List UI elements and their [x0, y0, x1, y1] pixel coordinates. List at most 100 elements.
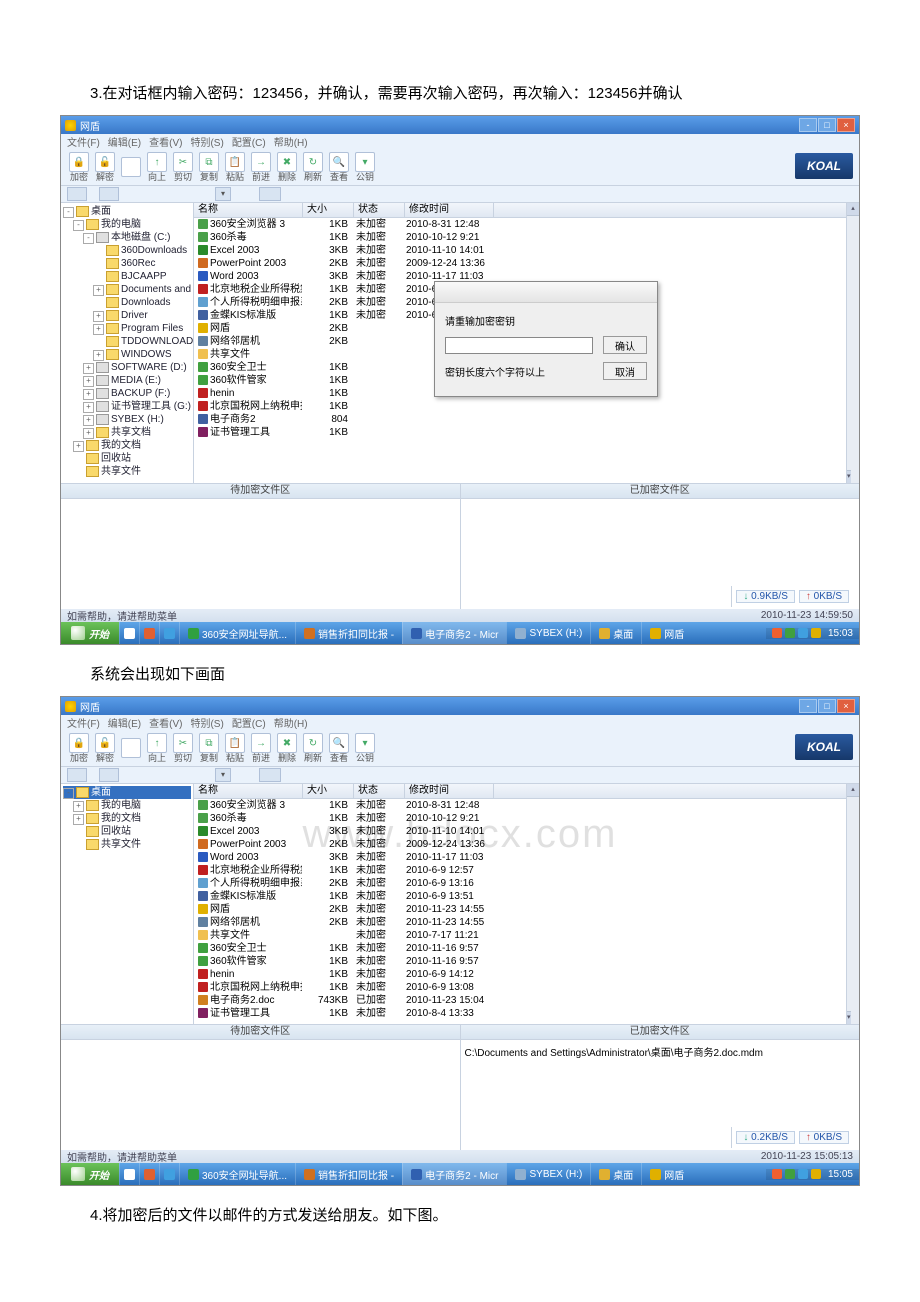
file-row[interactable]: 360安全卫士 1KB 未加密 2010-11-16 9:57: [194, 942, 859, 955]
toolbar-button[interactable]: ▾公钥: [353, 152, 377, 182]
maximize-button[interactable]: □: [818, 699, 836, 713]
tree-node[interactable]: Downloads: [63, 296, 191, 309]
tray-icon[interactable]: [798, 628, 808, 638]
toolbar-button[interactable]: 🔒加密: [67, 152, 91, 182]
tree-node[interactable]: 回收站: [63, 825, 191, 838]
menu-item[interactable]: 文件(F): [67, 134, 100, 149]
file-row[interactable]: 电子商务2.doc 743KB 已加密 2010-11-23 15:04: [194, 994, 859, 1007]
taskbar-item[interactable]: [159, 1163, 179, 1185]
col-size[interactable]: 大小: [303, 203, 354, 217]
tree-node[interactable]: +证书管理工具 (G:): [63, 400, 191, 413]
menu-item[interactable]: 编辑(E): [108, 715, 141, 730]
toolbar-button[interactable]: 🔍查看: [327, 152, 351, 182]
minimize-button[interactable]: -: [799, 699, 817, 713]
file-row[interactable]: 共享文件 未加密 2010-7-17 11:21: [194, 929, 859, 942]
toolbar-button[interactable]: [119, 157, 143, 177]
tree-node[interactable]: +SYBEX (H:): [63, 413, 191, 426]
maximize-button[interactable]: □: [818, 118, 836, 132]
taskbar-item[interactable]: 360安全网址导航...: [179, 1163, 295, 1185]
menu-item[interactable]: 配置(C): [232, 715, 266, 730]
close-button[interactable]: ×: [837, 699, 855, 713]
tray-icon[interactable]: [798, 1169, 808, 1179]
file-row[interactable]: 个人所得税明细申报系统 2KB 未加密 2010-6-9 13:16: [194, 877, 859, 890]
tree-node[interactable]: 360Rec: [63, 257, 191, 270]
tree-node[interactable]: 360Downloads: [63, 244, 191, 257]
ok-button[interactable]: 确认: [603, 336, 647, 354]
toolbar-button[interactable]: ✖删除: [275, 733, 299, 763]
tree-node[interactable]: +共享文档: [63, 426, 191, 439]
toolbar-button[interactable]: →前进: [249, 733, 273, 763]
menu-item[interactable]: 配置(C): [232, 134, 266, 149]
file-row[interactable]: 证书管理工具 1KB 未加密 2010-8-4 13:33: [194, 1007, 859, 1020]
path-button[interactable]: [67, 768, 87, 782]
taskbar-item[interactable]: [139, 622, 159, 644]
toolbar-button[interactable]: ↑向上: [145, 152, 169, 182]
menu-item[interactable]: 帮助(H): [274, 715, 308, 730]
tree-node[interactable]: +我的电脑: [63, 799, 191, 812]
file-row[interactable]: 360安全浏览器 3 1KB 未加密 2010-8-31 12:48: [194, 799, 859, 812]
tree-node[interactable]: +MEDIA (E:): [63, 374, 191, 387]
cancel-button[interactable]: 取消: [603, 362, 647, 380]
file-row[interactable]: 360杀毒 1KB 未加密 2010-10-12 9:21: [194, 231, 859, 244]
menu-item[interactable]: 文件(F): [67, 715, 100, 730]
tree-node[interactable]: 回收站: [63, 452, 191, 465]
tree-node[interactable]: -我的电脑: [63, 218, 191, 231]
file-row[interactable]: 360杀毒 1KB 未加密 2010-10-12 9:21: [194, 812, 859, 825]
tree-node[interactable]: 共享文件: [63, 838, 191, 851]
toolbar-button[interactable]: ▾公钥: [353, 733, 377, 763]
col-name[interactable]: 名称: [194, 784, 303, 798]
start-button[interactable]: 开始: [61, 1163, 119, 1185]
tray-icon[interactable]: [811, 1169, 821, 1179]
taskbar-item[interactable]: 桌面: [590, 1163, 641, 1185]
toolbar-button[interactable]: ✂剪切: [171, 152, 195, 182]
col-status[interactable]: 状态: [354, 784, 405, 798]
toolbar-button[interactable]: [119, 738, 143, 758]
toolbar-button[interactable]: ✂剪切: [171, 733, 195, 763]
taskbar-item[interactable]: 网盾: [641, 1163, 692, 1185]
col-name[interactable]: 名称: [194, 203, 303, 217]
scrollbar[interactable]: ▴▾: [846, 203, 859, 483]
toolbar-button[interactable]: ⧉复制: [197, 733, 221, 763]
dropdown-icon[interactable]: ▾: [215, 187, 231, 201]
toolbar-button[interactable]: ↑向上: [145, 733, 169, 763]
tree-node[interactable]: +Driver: [63, 309, 191, 322]
file-row[interactable]: 网盾 2KB 未加密 2010-11-23 14:55: [194, 903, 859, 916]
tree-node[interactable]: -桌面: [63, 205, 191, 218]
file-row[interactable]: Excel 2003 3KB 未加密 2010-11-10 14:01: [194, 244, 859, 257]
tray-icon[interactable]: [772, 628, 782, 638]
file-row[interactable]: PowerPoint 2003 2KB 未加密 2009-12-24 13:36: [194, 257, 859, 270]
taskbar-item[interactable]: 网盾: [641, 622, 692, 644]
file-row[interactable]: Word 2003 3KB 未加密 2010-11-17 11:03: [194, 851, 859, 864]
minimize-button[interactable]: -: [799, 118, 817, 132]
system-tray[interactable]: 15:05: [766, 1169, 859, 1180]
tree-node[interactable]: 共享文件: [63, 465, 191, 478]
toolbar-button[interactable]: 📋粘贴: [223, 152, 247, 182]
file-row[interactable]: 北京国税网上纳税申报系统2.0 1KB 未加密 2010-6-9 13:08: [194, 981, 859, 994]
file-row[interactable]: 北京国税网上纳税申报系统2.0 1KB: [194, 400, 859, 413]
file-row[interactable]: 网络邻居机 2KB 未加密 2010-11-23 14:55: [194, 916, 859, 929]
taskbar-item[interactable]: SYBEX (H:): [506, 622, 590, 644]
file-row[interactable]: Excel 2003 3KB 未加密 2010-11-10 14:01: [194, 825, 859, 838]
col-mtime[interactable]: 修改时间: [405, 784, 494, 798]
toolbar-button[interactable]: ↻刷新: [301, 152, 325, 182]
taskbar-item[interactable]: 桌面: [590, 622, 641, 644]
col-size[interactable]: 大小: [303, 784, 354, 798]
tree-node[interactable]: -本地磁盘 (C:): [63, 231, 191, 244]
path-button[interactable]: [259, 768, 281, 782]
pending-zone[interactable]: [61, 499, 460, 609]
path-button[interactable]: [99, 768, 119, 782]
toolbar-button[interactable]: →前进: [249, 152, 273, 182]
password-input[interactable]: [445, 337, 593, 354]
file-row[interactable]: 金蝶KIS标准版 1KB 未加密 2010-6-9 13:51: [194, 890, 859, 903]
encrypted-file-path[interactable]: C:\Documents and Settings\Administrator\…: [465, 1048, 763, 1059]
path-button[interactable]: [99, 187, 119, 201]
clock[interactable]: 15:03: [828, 628, 853, 639]
toolbar-button[interactable]: 🔍查看: [327, 733, 351, 763]
toolbar-button[interactable]: ↻刷新: [301, 733, 325, 763]
menu-item[interactable]: 特别(S): [190, 715, 223, 730]
taskbar-item[interactable]: [119, 1163, 139, 1185]
tree-node[interactable]: +Program Files: [63, 322, 191, 335]
taskbar-item[interactable]: [139, 1163, 159, 1185]
file-row[interactable]: 360软件管家 1KB 未加密 2010-11-16 9:57: [194, 955, 859, 968]
close-button[interactable]: ×: [837, 118, 855, 132]
